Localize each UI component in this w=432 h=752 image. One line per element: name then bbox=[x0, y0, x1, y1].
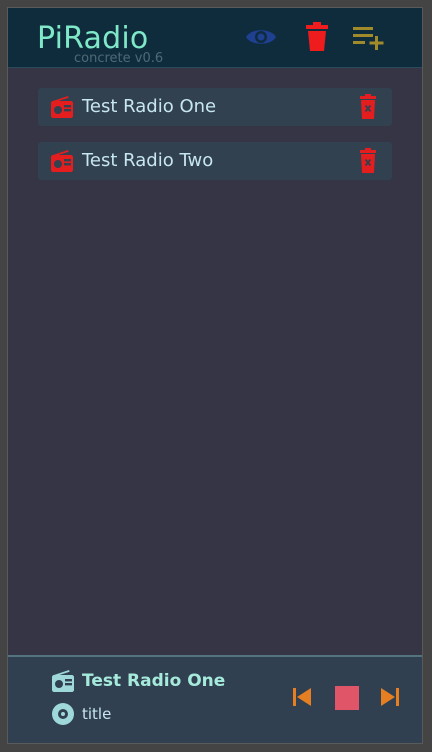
delete-icon[interactable] bbox=[358, 148, 378, 174]
disc-icon bbox=[52, 703, 74, 725]
playlist-add-icon bbox=[353, 27, 384, 50]
radio-icon bbox=[51, 150, 73, 172]
toggle-visibility-button[interactable] bbox=[244, 22, 278, 52]
eye-icon bbox=[246, 30, 276, 44]
station-item[interactable]: Test Radio Two bbox=[38, 142, 392, 180]
trash-icon bbox=[306, 22, 328, 51]
skip-previous-icon[interactable] bbox=[292, 687, 312, 707]
delete-icon[interactable] bbox=[358, 94, 378, 120]
now-playing-title: title bbox=[82, 705, 112, 723]
delete-all-button[interactable] bbox=[300, 22, 334, 52]
station-list: Test Radio One Test Radio Two bbox=[38, 88, 392, 196]
now-playing-station: Test Radio One bbox=[82, 671, 226, 691]
station-item[interactable]: Test Radio One bbox=[38, 88, 392, 126]
radio-icon bbox=[52, 670, 74, 692]
app-window: PiRadio concrete v0.6 Test Radio One Tes… bbox=[7, 7, 423, 744]
player-bar: Test Radio One title bbox=[8, 655, 422, 743]
station-name: Test Radio Two bbox=[82, 150, 214, 171]
skip-next-icon[interactable] bbox=[380, 687, 400, 707]
stop-button[interactable] bbox=[335, 686, 359, 710]
add-station-button[interactable] bbox=[352, 22, 386, 52]
app-header: PiRadio concrete v0.6 bbox=[8, 8, 422, 68]
radio-icon bbox=[51, 96, 73, 118]
version-label: concrete v0.6 bbox=[74, 51, 164, 66]
station-name: Test Radio One bbox=[82, 96, 217, 117]
